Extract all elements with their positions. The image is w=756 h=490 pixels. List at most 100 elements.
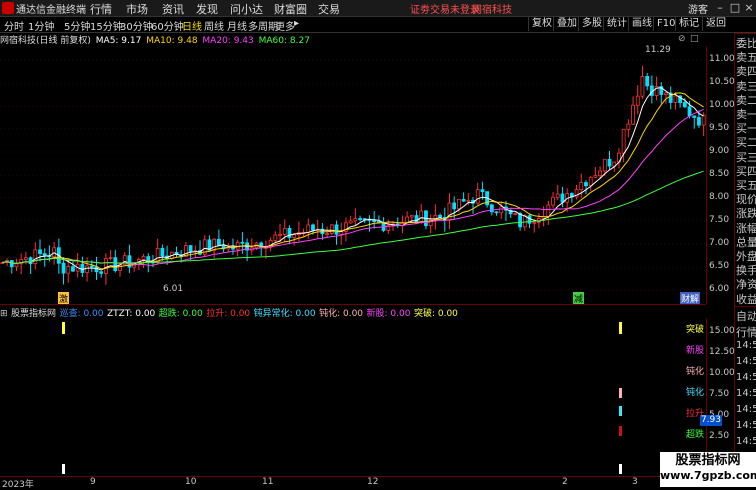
candle-body <box>66 266 71 274</box>
menu-caifuquan[interactable]: 财富圈 <box>274 1 307 17</box>
candlestick-chart[interactable] <box>0 46 706 304</box>
guest-label[interactable]: 游客 <box>688 1 708 16</box>
period-30min[interactable]: 30分钟 <box>120 18 153 33</box>
candle-body <box>216 238 221 246</box>
menu-shichang[interactable]: 市场 <box>126 1 148 17</box>
time-axis: 2023年 9 10 11 12 2 3 <box>0 476 706 490</box>
xaxis-label-feb: 2 <box>562 477 568 487</box>
price-tick: 7.50 <box>709 215 730 225</box>
indicator-tick: 12.50 <box>709 347 735 357</box>
candle-body <box>306 224 311 233</box>
candle-body <box>141 256 146 260</box>
candle-body <box>33 249 38 265</box>
period-more[interactable]: 更多 <box>275 18 295 33</box>
candle-body <box>626 123 631 130</box>
price-tick: 9.00 <box>709 146 730 156</box>
candle-body <box>546 204 551 217</box>
candle-body <box>499 206 504 214</box>
signal-dunhua-1: 钝化 <box>686 367 705 377</box>
ma60-label: MA60: 8.27 <box>258 36 310 46</box>
price-tick: 10.50 <box>709 77 735 87</box>
candle-body <box>334 224 339 235</box>
ztzt-bar-early <box>62 464 65 474</box>
candle-body <box>489 204 494 213</box>
app-logo-icon <box>2 2 14 14</box>
menu-wenxiaoda[interactable]: 问小达 <box>230 1 263 17</box>
ma5-label: MA5: 9.17 <box>95 36 142 46</box>
candle-body <box>621 128 626 154</box>
indicator-tick: 10.00 <box>709 368 735 378</box>
candle-body <box>645 76 650 87</box>
candle-body <box>602 158 607 172</box>
btn-huaxian[interactable]: 画线 <box>628 17 655 31</box>
btn-duogu[interactable]: 多股 <box>578 17 605 31</box>
indicator-chart[interactable] <box>0 318 706 476</box>
title-bar: 通达信金融终端 行情 市场 资讯 发现 问小达 财富圈 交易 证劵交易未登录 网… <box>0 0 756 17</box>
candle-body <box>353 218 358 222</box>
xaxis-label-year: 2023年 <box>2 480 34 490</box>
candle-body <box>311 224 315 231</box>
xaxis-label-nov: 11 <box>262 477 274 487</box>
btn-fuquan[interactable]: 复权 <box>528 17 555 31</box>
candle-body <box>640 76 645 97</box>
candle-body <box>282 227 287 235</box>
chart-settings-icon[interactable]: ⊘ <box>678 34 686 44</box>
candle-body <box>23 257 28 261</box>
ma5-line <box>2 87 704 271</box>
candle-body <box>560 193 565 203</box>
candle-body <box>532 221 537 224</box>
candle-body <box>273 234 278 241</box>
indicator-tick: 2.50 <box>709 431 730 441</box>
candle-body <box>475 189 480 204</box>
more-arrow-icon[interactable]: ▸ <box>294 18 299 29</box>
ztzt-bar <box>619 464 622 474</box>
price-tick: 6.50 <box>709 261 730 271</box>
tupo-bar-early <box>62 322 65 334</box>
candle-body <box>348 220 353 224</box>
candle-body <box>94 266 99 273</box>
min-price-label: 6.01 <box>163 284 184 294</box>
lasheng-bar <box>619 426 622 436</box>
btn-diejia[interactable]: 叠加 <box>553 17 580 31</box>
price-tick: 6.00 <box>709 284 730 294</box>
xaxis-label-sep: 9 <box>90 477 96 487</box>
close-icon[interactable]: × <box>741 0 756 15</box>
candle-body <box>160 247 165 257</box>
chart-expand-icon[interactable]: □ <box>690 34 699 44</box>
tick-panel-label: 自动 <box>736 310 756 323</box>
period-monthly[interactable]: 月线 <box>227 18 247 33</box>
login-notice[interactable]: 证劵交易未登录 <box>410 1 480 16</box>
watermark-title: 股票指标网 <box>675 453 741 468</box>
period-1min[interactable]: 1分钟 <box>28 18 54 33</box>
period-multi[interactable]: 多周期 <box>248 18 278 33</box>
btn-fanhui[interactable]: 返回 <box>702 17 729 31</box>
tick-time: 14:50 <box>736 340 756 351</box>
menu-zixun[interactable]: 资讯 <box>162 1 184 17</box>
candle-body <box>664 92 668 95</box>
menu-hangqing[interactable]: 行情 <box>90 1 112 17</box>
candle-body <box>61 262 66 274</box>
candle-body <box>329 224 334 235</box>
signal-tupo: 突破 <box>686 325 705 335</box>
menu-jiaoyi[interactable]: 交易 <box>318 1 340 17</box>
candle-body <box>212 238 217 251</box>
period-daily[interactable]: 日线 <box>182 18 202 33</box>
price-tick: 8.50 <box>709 169 730 179</box>
period-15min[interactable]: 15分钟 <box>90 18 123 33</box>
period-60min[interactable]: 60分钟 <box>151 18 184 33</box>
app-name: 通达信金融终端 <box>16 5 86 16</box>
period-fenshi[interactable]: 分时 <box>4 18 24 33</box>
candle-body <box>579 182 584 190</box>
period-weekly[interactable]: 周线 <box>204 18 224 33</box>
price-axis: 11.00 10.50 10.00 9.50 9.00 8.50 8.00 7.50 7.00 6… <box>706 46 735 304</box>
indicator-tick: 7.50 <box>709 389 730 399</box>
candle-body <box>687 106 692 117</box>
price-tick: 11.00 <box>709 54 735 64</box>
candle-body <box>42 253 47 256</box>
menu-faxian[interactable]: 发现 <box>196 1 218 17</box>
btn-biaoji[interactable]: 标记 <box>675 17 702 31</box>
minimize-icon[interactable]: – <box>712 0 728 15</box>
btn-tongji[interactable]: 统计 <box>603 17 630 31</box>
candle-body <box>518 213 522 228</box>
period-5min[interactable]: 5分钟 <box>64 18 90 33</box>
